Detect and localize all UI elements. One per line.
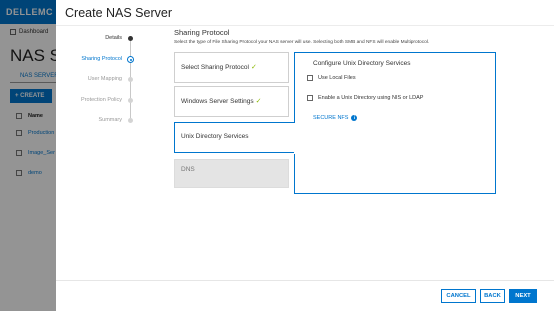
step-user-mapping: User Mapping bbox=[87, 76, 122, 82]
tile-dns: DNS bbox=[174, 159, 289, 188]
secure-nfs-label[interactable]: SECURE NFS bbox=[313, 115, 348, 121]
step-sharing-protocol[interactable]: Sharing Protocol bbox=[42, 56, 122, 62]
next-button[interactable]: NEXT bbox=[509, 289, 537, 303]
checkmark-icon: ✓ bbox=[250, 64, 257, 71]
step-sharing-protocol-dot bbox=[127, 56, 134, 63]
section-title: Sharing Protocol bbox=[174, 28, 230, 37]
unix-directory-config-panel: Configure Unix Directory Services Use Lo… bbox=[294, 52, 496, 194]
step-protection-policy: Protection Policy bbox=[81, 97, 122, 103]
panel-join bbox=[294, 123, 295, 154]
back-button[interactable]: BACK bbox=[480, 289, 505, 303]
info-icon[interactable]: i bbox=[351, 115, 358, 121]
use-local-files-checkbox[interactable] bbox=[307, 75, 313, 81]
create-nas-server-dialog: Create NAS Server Details Sharing Protoc… bbox=[56, 0, 554, 311]
config-title: Configure Unix Directory Services bbox=[313, 60, 411, 67]
footer-divider bbox=[56, 280, 554, 281]
use-local-files-label[interactable]: Use Local Files bbox=[318, 75, 356, 81]
step-protection-policy-dot bbox=[128, 98, 133, 103]
step-details-dot bbox=[128, 36, 133, 41]
section-description: Select the type of File Sharing Protocol… bbox=[174, 40, 430, 45]
step-summary: Summary bbox=[98, 117, 122, 123]
cancel-button[interactable]: CANCEL bbox=[441, 289, 476, 303]
secure-nfs-link[interactable]: SECURE NFS i bbox=[313, 115, 358, 121]
step-user-mapping-dot bbox=[128, 77, 133, 82]
title-divider bbox=[56, 25, 554, 26]
step-summary-dot bbox=[128, 118, 133, 123]
step-details[interactable]: Details bbox=[42, 35, 122, 41]
tile-windows-server-settings[interactable]: Windows Server Settings ✓ bbox=[174, 86, 289, 117]
tile-label: DNS bbox=[181, 166, 195, 173]
tile-label: Windows Server Settings bbox=[181, 98, 254, 105]
checkmark-icon: ✓ bbox=[255, 98, 262, 105]
use-local-files-option[interactable]: Use Local Files bbox=[307, 75, 356, 81]
tile-unix-directory-services[interactable]: Unix Directory Services bbox=[174, 122, 295, 153]
enable-unix-directory-label[interactable]: Enable a Unix Directory using NIS or LDA… bbox=[318, 95, 423, 101]
tile-label: Unix Directory Services bbox=[181, 133, 249, 140]
tile-label: Select Sharing Protocol bbox=[181, 64, 249, 71]
enable-unix-directory-checkbox[interactable] bbox=[307, 95, 313, 101]
dialog-title: Create NAS Server bbox=[65, 6, 172, 20]
tile-select-sharing-protocol[interactable]: Select Sharing Protocol ✓ bbox=[174, 52, 289, 83]
enable-unix-directory-option[interactable]: Enable a Unix Directory using NIS or LDA… bbox=[307, 95, 423, 101]
